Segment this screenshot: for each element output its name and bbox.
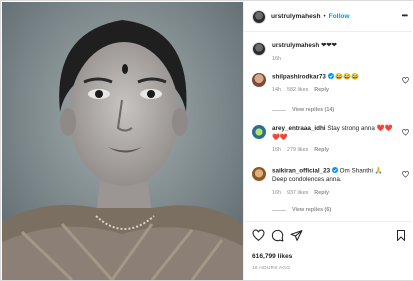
commenter-avatar[interactable]	[252, 167, 266, 181]
caption-row: urstrulymahesh ❤❤❤ 16h	[252, 42, 412, 62]
reply-button[interactable]: Reply	[314, 87, 329, 93]
comment-meta: 16h 279 likes Reply	[272, 147, 396, 153]
replies-line	[272, 209, 286, 211]
comment-content: 😂😂😂	[335, 73, 359, 81]
view-replies-button[interactable]: View replies (14)	[272, 107, 334, 113]
caption-time: 16h	[272, 55, 281, 62]
author-avatar[interactable]	[252, 9, 266, 24]
comment-icon[interactable]	[271, 229, 284, 242]
comment-username[interactable]: shilpashirodkar73	[272, 74, 326, 81]
post-photo[interactable]	[2, 2, 243, 280]
commenter-avatar[interactable]	[252, 125, 266, 139]
likes-count[interactable]: 616,799 likes	[252, 253, 292, 260]
post-modal: urstrulymahesh • Follow ••• urstrulymahe…	[0, 0, 414, 281]
comment-username[interactable]: arey_entraaa_idhi	[272, 125, 326, 132]
comment-item: arey_entraaa_idhi Stay strong anna ❤️❤️❤…	[252, 125, 412, 153]
verified-icon	[327, 73, 334, 79]
separator-dot: •	[323, 13, 326, 20]
view-replies-label: View replies (14)	[292, 107, 335, 113]
like-icon[interactable]	[252, 229, 265, 242]
author-username[interactable]: urstrulymahesh	[271, 13, 320, 20]
save-icon[interactable]	[395, 229, 407, 242]
comment-like-icon[interactable]	[402, 129, 409, 136]
comment-like-icon[interactable]	[402, 171, 409, 178]
comment-text: saikiran_official_23 Om Shanthi 🙏 Deep c…	[272, 167, 396, 185]
more-icon[interactable]: •••	[402, 11, 408, 20]
comment-likes[interactable]: 582 likes	[287, 87, 308, 93]
comment-time: 14h	[272, 87, 281, 93]
comment-meta: 16h 937 likes Reply	[272, 190, 396, 196]
comment-text: arey_entraaa_idhi Stay strong anna ❤️❤️❤…	[272, 125, 396, 142]
reply-button[interactable]: Reply	[314, 190, 329, 196]
author-avatar-small[interactable]	[252, 42, 266, 56]
comment-like-icon[interactable]	[402, 77, 409, 84]
comment-item: saikiran_official_23 Om Shanthi 🙏 Deep c…	[252, 167, 412, 196]
post-time-ago: 16 HOURS AGO	[252, 266, 291, 271]
view-replies-label: View replies (6)	[292, 207, 332, 213]
post-actions: 616,799 likes 16 HOURS AGO	[244, 221, 414, 280]
commenter-avatar[interactable]	[252, 73, 266, 87]
comment-time: 16h	[272, 189, 281, 196]
replies-line	[272, 109, 286, 111]
caption-meta: 16h	[272, 56, 396, 62]
comment-likes[interactable]: 937 likes	[287, 190, 308, 196]
post-header: urstrulymahesh • Follow •••	[244, 2, 414, 32]
comment-meta: 14h 582 likes Reply	[272, 87, 396, 93]
comment-text: shilpashirodkar73 😂😂😂	[272, 73, 396, 82]
share-icon[interactable]	[290, 229, 303, 242]
post-side-panel: urstrulymahesh • Follow ••• urstrulymahe…	[243, 2, 414, 280]
caption-text: urstrulymahesh ❤❤❤	[272, 42, 396, 51]
portrait-image	[2, 2, 243, 280]
comment-likes[interactable]: 279 likes	[287, 147, 308, 153]
action-icons	[252, 229, 303, 242]
comment-item: shilpashirodkar73 😂😂😂 14h 582 likes Repl…	[252, 73, 412, 93]
comment-username[interactable]: saikiran_official_23	[272, 168, 330, 175]
comment-time: 16h	[272, 147, 281, 153]
view-replies-button[interactable]: View replies (6)	[272, 207, 331, 213]
comments-list[interactable]: urstrulymahesh ❤❤❤ 16h shilpashirodkar73…	[244, 33, 414, 220]
caption-content: ❤❤❤	[321, 42, 337, 49]
follow-button[interactable]: Follow	[329, 13, 350, 20]
caption-username[interactable]: urstrulymahesh	[272, 42, 319, 49]
reply-button[interactable]: Reply	[314, 147, 329, 153]
verified-icon	[331, 167, 338, 173]
